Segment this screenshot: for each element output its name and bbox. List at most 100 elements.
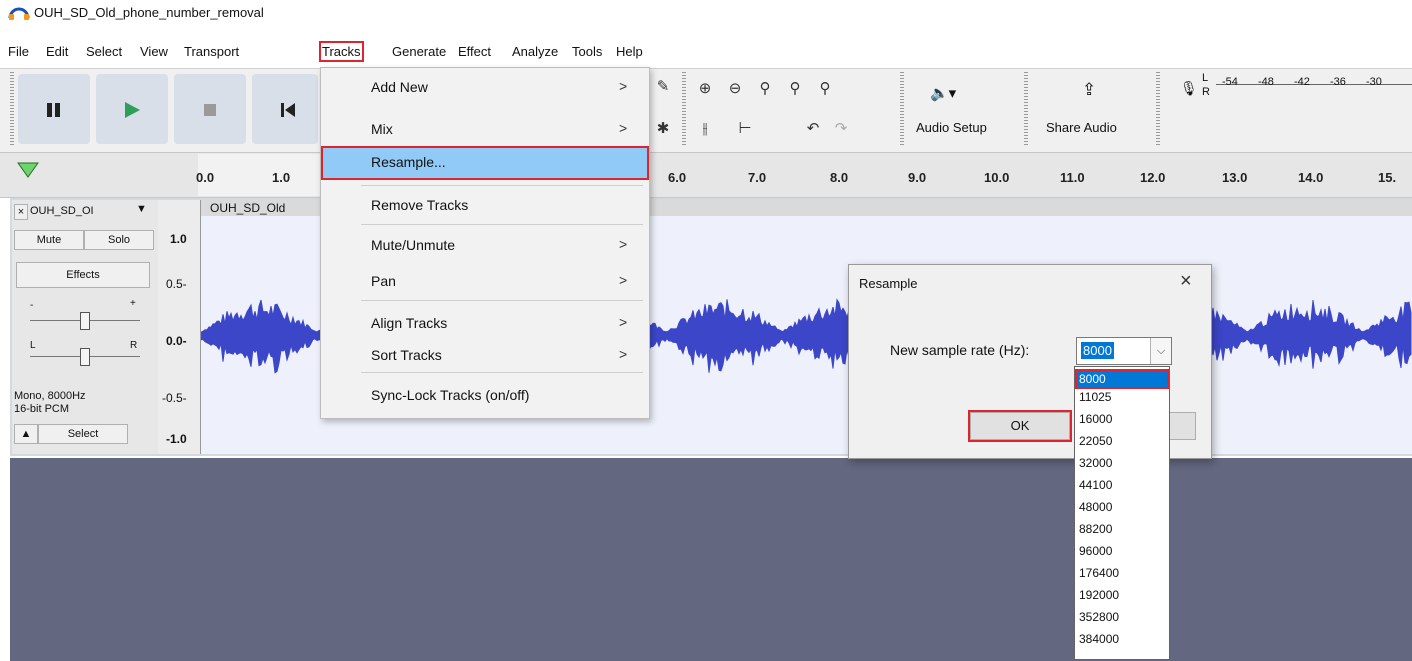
clip-name[interactable]: OUH_SD_Old: [210, 201, 285, 215]
track-name-menu[interactable]: OUH_SD_OI: [30, 205, 94, 217]
zoom-in-icon[interactable]: ⊕: [692, 76, 718, 102]
menu-separator: [361, 185, 643, 186]
menu-select[interactable]: Select: [86, 44, 122, 59]
toolbar-grip[interactable]: [1024, 72, 1028, 146]
skip-to-start-button[interactable]: [252, 74, 318, 144]
sample-rate-option[interactable]: 44100: [1077, 477, 1167, 493]
chevron-right-icon: >: [619, 314, 628, 330]
sample-rate-option[interactable]: 48000: [1077, 499, 1167, 515]
zoom-toggle-icon[interactable]: ⚲: [812, 76, 838, 102]
sample-rate-combobox[interactable]: 8000 ⌵: [1076, 337, 1172, 365]
pan-right-label: R: [130, 340, 138, 351]
timeline-tick: 11.0: [1060, 170, 1085, 185]
speaker-dropdown-icon[interactable]: 🔈▾: [930, 84, 956, 102]
menu-tools[interactable]: Tools: [572, 44, 602, 59]
sample-rate-option[interactable]: 32000: [1077, 455, 1167, 471]
menu-item-resample[interactable]: Resample...: [321, 146, 649, 180]
fit-selection-icon[interactable]: ⚲: [752, 76, 778, 102]
effects-button[interactable]: Effects: [16, 262, 150, 288]
sample-rate-list[interactable]: 8000 11025 16000 22050 32000 44100 48000…: [1074, 366, 1170, 660]
toolbar-grip[interactable]: [900, 72, 904, 146]
mute-button[interactable]: Mute: [14, 230, 84, 250]
sample-rate-option[interactable]: 11025: [1077, 389, 1167, 405]
pause-button[interactable]: [18, 74, 90, 144]
trim-audio-icon[interactable]: ⫲: [692, 116, 718, 142]
pan-left-label: L: [30, 340, 36, 351]
menu-transport[interactable]: Transport: [184, 44, 239, 59]
menu-edit[interactable]: Edit: [46, 44, 68, 59]
menu-view[interactable]: View: [140, 44, 168, 59]
draw-tool-icon[interactable]: ✎: [650, 74, 676, 100]
share-audio-button[interactable]: Share Audio: [1046, 120, 1117, 135]
timeline-tick: 14.0: [1298, 170, 1324, 185]
sample-rate-value[interactable]: 8000: [1081, 342, 1114, 359]
menu-separator: [361, 300, 643, 301]
timeline-tick: 6.0: [668, 170, 687, 185]
meter-tick: -54: [1222, 76, 1238, 88]
timeline-selected-region: [198, 154, 322, 196]
sample-rate-option[interactable]: 88200: [1077, 521, 1167, 537]
chevron-right-icon: >: [619, 236, 628, 252]
menu-help[interactable]: Help: [616, 44, 643, 59]
chevron-right-icon: >: [619, 78, 628, 94]
collapse-track-icon[interactable]: ▲: [14, 424, 38, 444]
fit-project-icon[interactable]: ⚲: [782, 76, 808, 102]
dialog-title: Resample: [859, 276, 918, 291]
sample-rate-option[interactable]: 22050: [1077, 433, 1167, 449]
redo-icon[interactable]: ↷: [828, 116, 854, 142]
menu-effect[interactable]: Effect: [458, 44, 491, 59]
menu-item-sort-tracks[interactable]: Sort Tracks >: [321, 342, 649, 368]
microphone-icon[interactable]: 🎙: [1180, 80, 1198, 97]
gain-minus-label: -: [30, 300, 34, 311]
ok-button[interactable]: OK: [968, 410, 1072, 442]
sample-rate-option[interactable]: 8000: [1075, 369, 1169, 389]
timeline-tick: 12.0: [1140, 170, 1166, 185]
chevron-down-icon[interactable]: ⌵: [1150, 338, 1171, 364]
pan-slider[interactable]: [80, 348, 90, 366]
share-icon[interactable]: ⇪: [1082, 80, 1096, 100]
track-format-rate: Mono, 8000Hz: [14, 390, 86, 402]
sample-rate-option[interactable]: 96000: [1077, 543, 1167, 559]
chevron-down-icon[interactable]: ▼: [136, 203, 147, 215]
menu-separator: [361, 224, 643, 225]
select-track-button[interactable]: Select: [38, 424, 128, 444]
chevron-right-icon: >: [619, 120, 628, 136]
audio-setup-button[interactable]: Audio Setup: [916, 120, 987, 135]
silence-audio-icon[interactable]: ⊢: [732, 116, 758, 142]
multi-tool-icon[interactable]: ✱: [650, 116, 676, 142]
menu-item-remove-tracks[interactable]: Remove Tracks: [321, 192, 649, 218]
close-icon[interactable]: ×: [1180, 270, 1192, 293]
sample-rate-option[interactable]: 384000: [1077, 631, 1167, 647]
timeline-tick: 7.0: [748, 170, 767, 185]
meter-right-label: R: [1202, 86, 1210, 98]
menu-tracks[interactable]: Tracks: [319, 41, 364, 62]
timeline-tick: 13.0: [1222, 170, 1248, 185]
close-track-icon[interactable]: ×: [14, 204, 28, 220]
sample-rate-option[interactable]: 192000: [1077, 587, 1167, 603]
undo-icon[interactable]: ↶: [800, 116, 826, 142]
toolbar-grip[interactable]: [1156, 72, 1160, 146]
gain-slider[interactable]: [80, 312, 90, 330]
sample-rate-option[interactable]: 176400: [1077, 565, 1167, 581]
sample-rate-option[interactable]: 352800: [1077, 609, 1167, 625]
menu-file[interactable]: File: [8, 44, 29, 59]
menu-item-align-tracks[interactable]: Align Tracks >: [321, 310, 649, 336]
stop-button[interactable]: [174, 74, 246, 144]
menu-item-mix[interactable]: Mix >: [321, 116, 649, 142]
empty-track-area[interactable]: [10, 458, 1412, 661]
play-button[interactable]: [96, 74, 168, 144]
sample-rate-option[interactable]: 16000: [1077, 411, 1167, 427]
skip-start-icon: [281, 103, 295, 117]
play-icon: [125, 102, 140, 118]
menu-item-sync-lock[interactable]: Sync-Lock Tracks (on/off): [321, 382, 649, 408]
menu-item-mute-unmute[interactable]: Mute/Unmute >: [321, 232, 649, 258]
solo-button[interactable]: Solo: [84, 230, 154, 250]
toolbar-grip[interactable]: [10, 72, 14, 146]
menu-generate[interactable]: Generate: [392, 44, 446, 59]
menu-item-add-new[interactable]: Add New >: [321, 74, 649, 100]
menu-analyze[interactable]: Analyze: [512, 44, 558, 59]
zoom-out-icon[interactable]: ⊖: [722, 76, 748, 102]
menu-item-pan[interactable]: Pan >: [321, 268, 649, 294]
play-head-icon[interactable]: [16, 160, 40, 180]
toolbar-grip[interactable]: [682, 72, 686, 146]
